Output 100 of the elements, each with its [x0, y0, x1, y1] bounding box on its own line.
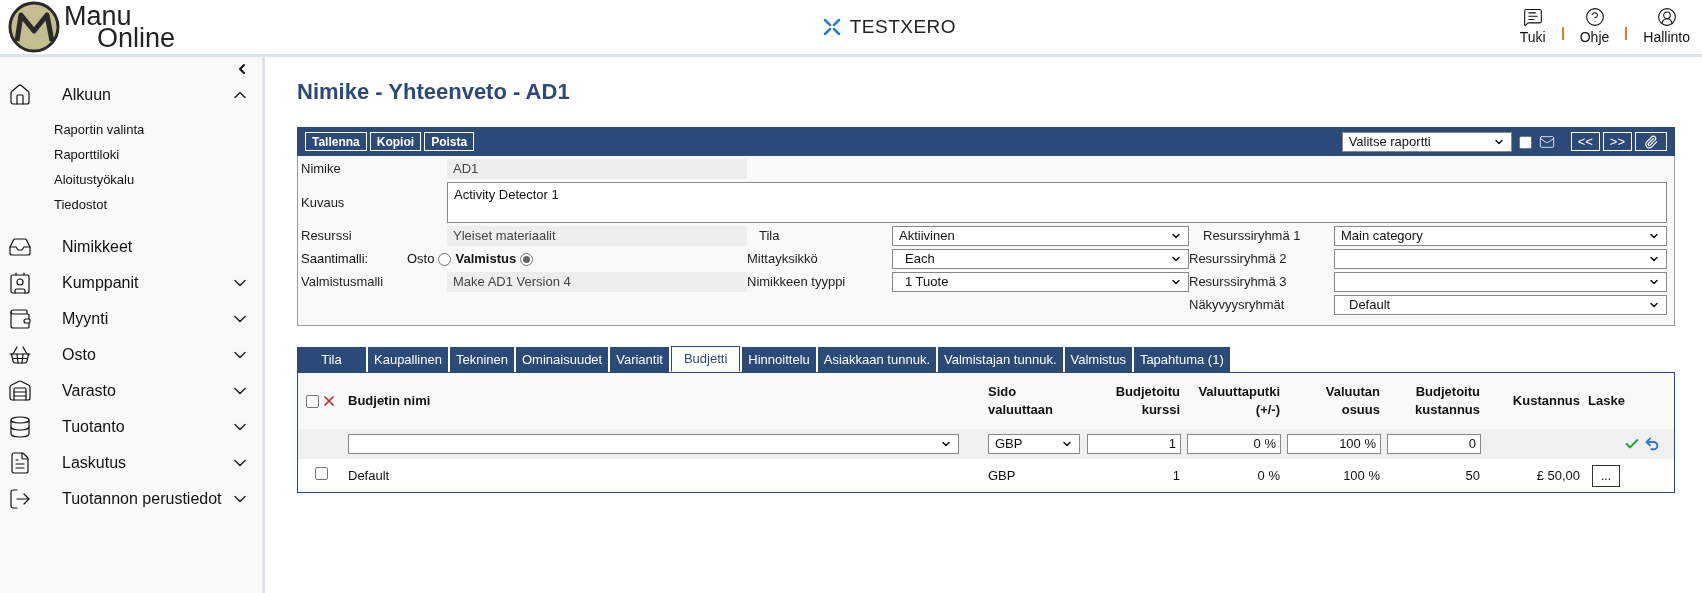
calculate-button[interactable]: ... [1592, 464, 1620, 487]
tab[interactable]: Valmistajan tunnuk. [938, 347, 1063, 372]
tab[interactable]: Tila [297, 347, 366, 372]
table-cell-text: 50 [1464, 466, 1481, 485]
input-field[interactable]: 1 [1087, 434, 1181, 454]
field-label: Resurssiryhmä 1 [1202, 227, 1302, 246]
tab[interactable]: Hinnoittelu [742, 347, 816, 372]
delete-icon[interactable] [321, 393, 337, 409]
tab[interactable]: Tekninen [449, 347, 514, 372]
field-label: Nimikkeen tyyppi [747, 273, 847, 292]
tab[interactable]: Budjetti [670, 346, 741, 372]
company-name: TESTXERO [849, 14, 956, 39]
checkbox[interactable] [306, 394, 319, 408]
page-title: Nimike - Yhteenveto - AD1 [297, 78, 571, 106]
column-header: Budjetoitu kustannus [1414, 383, 1481, 419]
tab[interactable]: Tapahtuma (1) [1133, 347, 1230, 372]
nav-subitem[interactable]: Raportin valinta [0, 117, 262, 142]
input-field[interactable]: 100 % [1287, 434, 1381, 454]
dropdown[interactable] [1334, 249, 1667, 269]
budget-name-select[interactable] [348, 434, 959, 454]
field-label: Näkyvyysryhmät [1189, 296, 1286, 315]
field-label: Nimike [301, 160, 342, 179]
tab[interactable]: Ominaisuudet [516, 347, 609, 372]
toolbar-button[interactable]: Kopioi [369, 132, 422, 151]
description-field[interactable]: Activity Detector 1 [447, 182, 1667, 223]
column-header: Kustannus [1511, 392, 1581, 410]
input-field[interactable]: 0 [1387, 434, 1481, 454]
dropdown[interactable]: Main category [1334, 226, 1667, 246]
currency-select[interactable]: GBP [988, 434, 1080, 454]
logo-text: Online [97, 27, 176, 49]
table-cell-text: £ 50,00 [1535, 466, 1581, 485]
header-icon [1656, 6, 1677, 27]
logo[interactable]: Manu Online [8, 1, 408, 53]
nav-item[interactable]: Tuotannon perustiedot [0, 481, 262, 517]
nav-icon [8, 415, 32, 439]
field-label: Valmistusmalli [301, 273, 385, 292]
nav-item[interactable]: Varasto [0, 373, 262, 409]
nav-subitem[interactable]: Tiedostot [0, 192, 262, 217]
header-icon [1522, 6, 1543, 27]
readonly-field: AD1 [447, 159, 747, 179]
nav-item[interactable]: Tuotanto [0, 409, 262, 445]
nav-icon [8, 451, 32, 475]
nav-icon [8, 235, 32, 259]
undo-icon[interactable] [1644, 436, 1660, 452]
field-label: Mittayksikkö [747, 250, 819, 269]
header-action[interactable]: Ohje [1579, 6, 1610, 48]
nav-subitem[interactable]: Aloitustyökalu [0, 167, 262, 192]
readonly-field: Make AD1 Version 4 [447, 272, 747, 292]
readonly-field: Yleiset materiaalit [447, 226, 747, 246]
radio[interactable] [520, 252, 534, 266]
dropdown[interactable]: Aktiivinen [892, 226, 1189, 246]
field-label: Saantimalli: [301, 250, 370, 269]
tab[interactable]: Variantit [610, 347, 669, 372]
column-header: Budjetoitu kurssi [1114, 383, 1181, 419]
nav-item[interactable]: Kumppanit [0, 265, 262, 301]
nav-item[interactable]: Myynti [0, 301, 262, 337]
field-label: Tila [758, 227, 781, 246]
column-header: Valuutan osuus [1324, 383, 1381, 419]
input-field[interactable]: 0 % [1187, 434, 1281, 454]
nav-item[interactable]: Nimikkeet [0, 229, 262, 265]
tab[interactable]: Asiakkaan tunnuk. [817, 347, 936, 372]
checkbox[interactable] [315, 466, 328, 480]
radio-label: Osto [407, 250, 435, 269]
paperclip-icon [1644, 134, 1658, 149]
table-cell-text: 100 % [1342, 466, 1381, 485]
report-select[interactable]: Valitse raportti [1341, 131, 1512, 152]
radio[interactable] [438, 252, 452, 266]
dropdown[interactable] [1334, 272, 1667, 292]
logo-text: Manu [64, 5, 132, 27]
tab[interactable]: Kaupallinen [368, 347, 448, 372]
nav-icon [8, 307, 32, 331]
toolbar-button[interactable]: Poista [424, 132, 475, 151]
column-header: Valuuttaputki (+/-) [1197, 383, 1281, 419]
checkbox[interactable] [1518, 135, 1532, 149]
toolbar-button[interactable]: Tallenna [305, 132, 367, 151]
dropdown[interactable]: 1 Tuote [892, 272, 1189, 292]
tab[interactable]: Valmistus [1064, 347, 1132, 372]
nav-subitem[interactable]: Raporttiloki [0, 142, 262, 167]
column-header: Laske [1587, 392, 1626, 410]
nav-item[interactable]: Laskutus [0, 445, 262, 481]
header-action[interactable]: Tuki [1519, 6, 1546, 48]
table-cell-text: 1 [1171, 466, 1181, 485]
nav-button[interactable]: >> [1602, 132, 1632, 151]
nav-icon [8, 379, 32, 403]
logo-icon [8, 1, 60, 53]
table-cell-text: 0 % [1256, 466, 1281, 485]
nav-button[interactable]: << [1570, 132, 1600, 151]
nav-icon [8, 271, 32, 295]
header-action[interactable]: Hallinto [1643, 6, 1690, 48]
nav-item[interactable]: Alkuun [0, 77, 262, 113]
column-header: Sido valuuttaan [987, 383, 1054, 419]
field-label: Kuvaus [301, 193, 345, 212]
field-label: Resurssi [301, 227, 353, 246]
radio-label: Valmistus [455, 250, 517, 269]
attach-button[interactable] [1635, 132, 1667, 151]
nav-item[interactable]: Osto [0, 337, 262, 373]
column-header: Budjetin nimi [347, 392, 432, 410]
field-label: Resurssiryhmä 3 [1189, 273, 1288, 292]
dropdown[interactable]: Default [1334, 295, 1667, 315]
dropdown[interactable]: Each [892, 249, 1189, 269]
